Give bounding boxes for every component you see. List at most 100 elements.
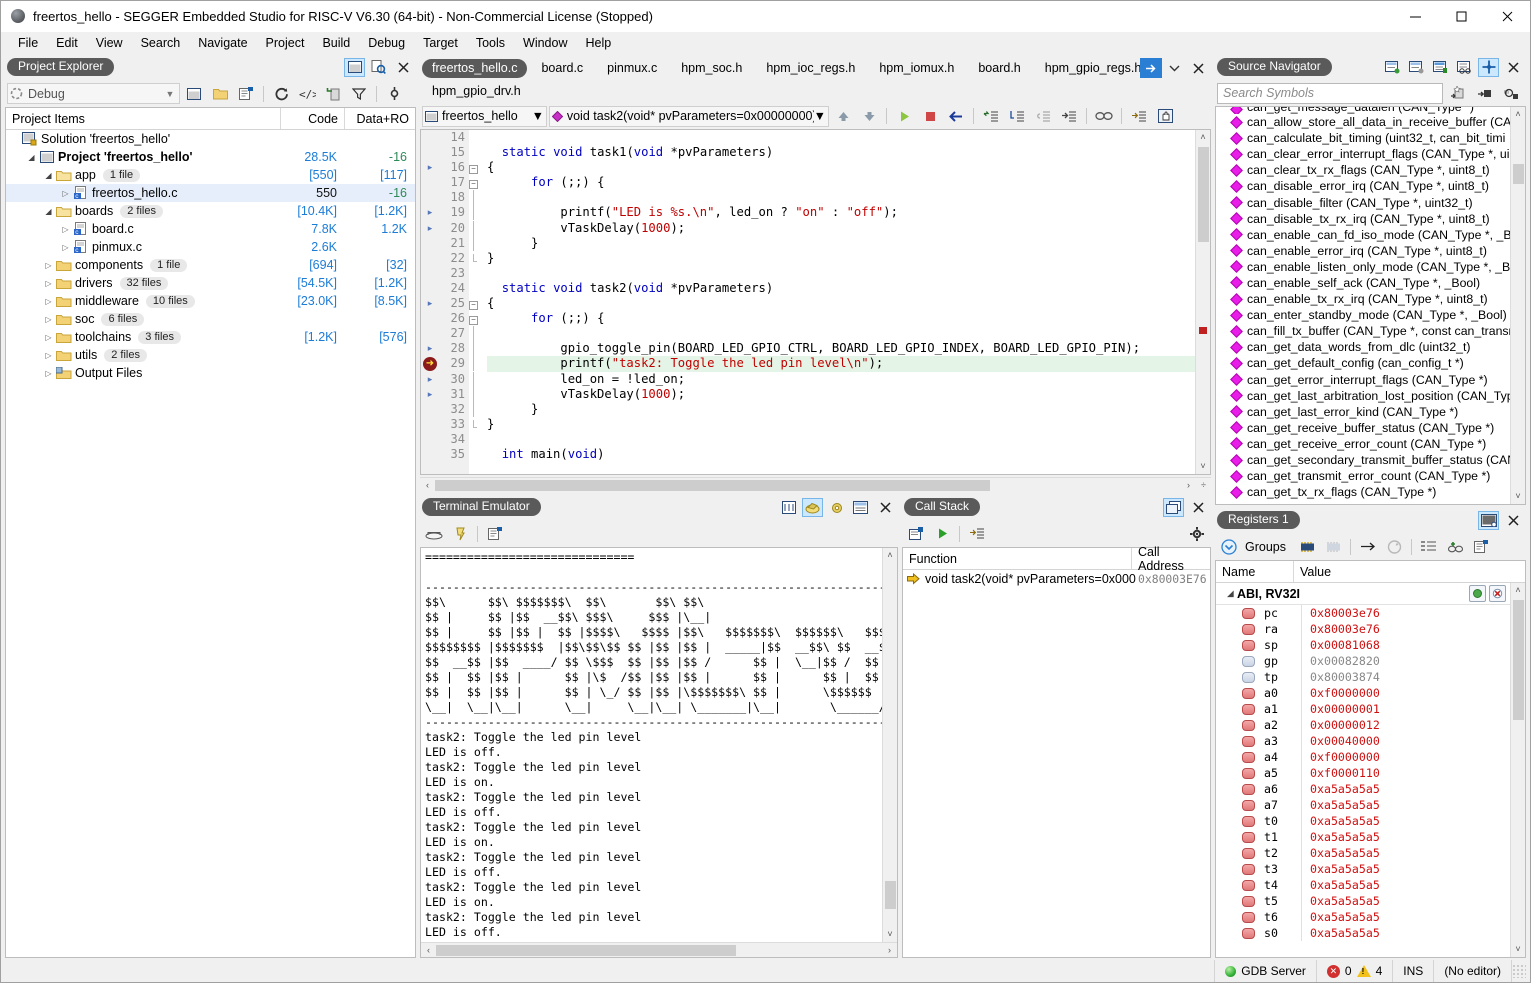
register-row[interactable]: t3 0xa5a5a5a5 [1216, 861, 1510, 877]
register-value[interactable]: 0xa5a5a5a5 [1302, 782, 1380, 796]
editor-tab[interactable]: hpm_gpio_regs.h [1035, 59, 1152, 78]
tree-row[interactable]: ▷ c pinmux.c 2.6K [6, 238, 415, 256]
register-row[interactable]: t1 0xa5a5a5a5 [1216, 829, 1510, 845]
symbol-row[interactable]: can_enable_listen_only_mode (CAN_Type *,… [1218, 259, 1510, 275]
code-icon[interactable]: </> [295, 83, 319, 105]
run-icon[interactable] [892, 105, 916, 127]
register-row[interactable]: pc 0x80003e76 [1216, 605, 1510, 621]
symbol-row[interactable]: can_disable_filter (CAN_Type *, uint32_t… [1218, 194, 1510, 210]
code-line[interactable] [487, 266, 1195, 281]
registers-scrollbar[interactable]: ˄ ˅ [1510, 583, 1525, 957]
tree-row[interactable]: Solution 'freertos_hello' [6, 130, 415, 148]
resize-grip[interactable] [1511, 960, 1530, 982]
register-value[interactable]: 0xa5a5a5a5 [1302, 814, 1380, 828]
symbol-row[interactable]: can_enable_can_fd_iso_mode (CAN_Type *, … [1218, 227, 1510, 243]
tree-row[interactable]: ▷ toolchains 3 files [1.2K] [576] [6, 328, 415, 346]
tree-row[interactable]: ▷ components 1 file [694] [32] [6, 256, 415, 274]
step-down-icon[interactable] [857, 105, 881, 127]
close-icon[interactable] [1187, 497, 1209, 517]
list-icon[interactable] [1430, 58, 1451, 77]
refresh-group-icon[interactable] [1469, 585, 1486, 602]
insert-mode[interactable]: INS [1392, 960, 1433, 982]
build-configuration-select[interactable]: Debug ▼ [7, 83, 180, 104]
terminal-vertical-scrollbar[interactable]: ˄ ˅ [882, 548, 897, 942]
column-data-ro[interactable]: Data+RO [345, 108, 415, 129]
scroll-down-icon[interactable]: ˅ [1200, 459, 1205, 474]
register-value[interactable]: 0xa5a5a5a5 [1302, 846, 1380, 860]
error-warning-counts[interactable]: ✕ 0 4 [1315, 960, 1392, 982]
step-over-icon[interactable] [1005, 105, 1029, 127]
symbol-row[interactable]: can_get_receive_error_count (CAN_Type *) [1218, 436, 1510, 452]
function-selector[interactable]: void task2(void* pvParameters=0x00000000… [549, 105, 829, 127]
code-line[interactable] [487, 130, 1195, 145]
scroll-left-icon[interactable]: ‹ [421, 945, 436, 955]
gutter-cell[interactable] [421, 251, 439, 266]
gutter-cell[interactable] [421, 402, 439, 417]
breakpoint-marker-icon[interactable]: ▸ [421, 387, 439, 402]
chevron-right-icon[interactable]: ▷ [59, 189, 72, 198]
close-icon[interactable] [1187, 58, 1209, 78]
editor-tab[interactable]: hpm_ioc_regs.h [756, 59, 865, 78]
tree-row[interactable]: ▷ soc 6 files [6, 310, 415, 328]
fold-gutter[interactable]: − − − − [469, 130, 487, 474]
fold-marker[interactable]: − [469, 160, 487, 175]
symbol-list-scrollbar[interactable]: ˄ ˅ [1510, 107, 1525, 504]
editor-vertical-scrollbar[interactable]: ˄ ˅ [1195, 130, 1210, 474]
gutter-cell[interactable] [421, 447, 439, 462]
register-row[interactable]: ra 0x80003e76 [1216, 621, 1510, 637]
code-line[interactable]: { [487, 296, 1195, 311]
code-line[interactable] [487, 190, 1195, 205]
editor-tab[interactable]: hpm_iomux.h [869, 59, 964, 78]
menu-search[interactable]: Search [132, 34, 190, 52]
chevron-down-icon[interactable]: ◢ [42, 171, 55, 180]
tree-row[interactable]: ◢ boards 2 files [10.4K] [1.2K] [6, 202, 415, 220]
column-function[interactable]: Function [903, 548, 1132, 569]
register-value[interactable]: 0x80003e76 [1302, 622, 1380, 636]
breakpoint-gutter[interactable]: ▸ ▸ ▸ ▸ ▸ ➜ ▸ ▸ [421, 130, 439, 474]
register-row[interactable]: a7 0xa5a5a5a5 [1216, 797, 1510, 813]
filter-icon[interactable] [347, 83, 371, 105]
sort-icon[interactable] [1382, 58, 1403, 77]
glasses-icon[interactable] [1092, 105, 1116, 127]
step-up-icon[interactable] [831, 105, 855, 127]
symbol-list[interactable]: can_get_message_datalen (CAN_Type *) can_… [1215, 106, 1526, 505]
breakpoint-marker-icon[interactable]: ▸ [421, 160, 439, 175]
code-line[interactable]: vTaskDelay(1000); [487, 221, 1195, 236]
refresh-icon[interactable] [1382, 536, 1406, 558]
tree-row[interactable]: ▷ utils 2 files [6, 346, 415, 364]
editor-tab[interactable]: freertos_hello.c [422, 59, 528, 78]
chevron-right-icon[interactable]: ▷ [59, 243, 72, 252]
search-file-icon[interactable] [368, 58, 389, 77]
register-row[interactable]: a5 0xf0000110 [1216, 765, 1510, 781]
new-item-icon[interactable] [182, 83, 206, 105]
column-call-address[interactable]: Call Address [1132, 545, 1210, 573]
register-row[interactable]: a1 0x00000001 [1216, 701, 1510, 717]
code-line[interactable]: int main(void) [487, 447, 1195, 462]
drag-icon[interactable] [1153, 105, 1177, 127]
fold-marker[interactable]: − [469, 175, 487, 190]
code-line[interactable]: static void task1(void *pvParameters) [487, 145, 1195, 160]
editor-tab[interactable]: hpm_soc.h [671, 59, 752, 78]
call-stack-row[interactable]: void task2(void* pvParameters=0x000 0x800… [903, 570, 1210, 588]
close-icon[interactable] [1502, 510, 1524, 530]
gutter-cell[interactable] [421, 266, 439, 281]
symbol-row[interactable]: can_get_data_words_from_dlc (uint32_t) [1218, 339, 1510, 355]
register-row[interactable]: gp 0x00082820 [1216, 653, 1510, 669]
step-out-icon[interactable] [1031, 105, 1055, 127]
register-row[interactable]: a6 0xa5a5a5a5 [1216, 781, 1510, 797]
symbol-row[interactable]: can_get_last_error_kind (CAN_Type *) [1218, 404, 1510, 420]
column-value[interactable]: Value [1294, 561, 1525, 582]
gutter-cell[interactable] [421, 236, 439, 251]
terminal-output-area[interactable]: ============================== ---------… [420, 547, 898, 958]
editor-tab[interactable]: pinmux.c [597, 59, 667, 78]
code-line[interactable]: { [487, 160, 1195, 175]
program-counter-icon[interactable]: ➜ [421, 356, 439, 372]
tree-row[interactable]: ◢ app 1 file [550] [117] [6, 166, 415, 184]
scroll-down-icon[interactable]: ˅ [887, 927, 892, 942]
editor-tab[interactable]: board.c [531, 59, 593, 78]
scroll-down-icon[interactable]: ˅ [1515, 489, 1520, 504]
gutter-cell[interactable] [421, 432, 439, 447]
chevron-right-icon[interactable]: ▷ [42, 315, 55, 324]
breakpoint-marker-icon[interactable]: ▸ [421, 372, 439, 387]
close-icon[interactable] [874, 497, 896, 517]
